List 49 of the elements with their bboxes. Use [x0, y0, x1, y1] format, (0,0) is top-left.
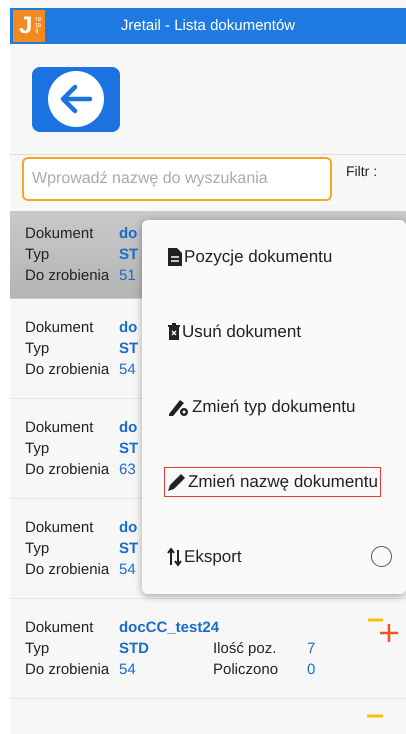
field-label: Typ	[25, 639, 50, 658]
menu-item[interactable]: Zmień typ dokumentu	[164, 392, 358, 422]
field-label: Do zrobienia	[25, 660, 110, 679]
field-label: Typ	[25, 245, 50, 264]
document-name: do	[119, 418, 138, 437]
to-do-count: 51	[119, 266, 136, 285]
menu-item[interactable]: Eksport	[164, 542, 245, 572]
field-label: Typ	[25, 339, 50, 358]
to-do-count: 54	[119, 360, 136, 379]
pencil-icon	[167, 472, 187, 492]
up-down-arrows-icon	[167, 546, 183, 567]
field-label: Do zrobienia	[25, 266, 110, 285]
positions-count: 7	[307, 639, 316, 658]
to-do-count: 63	[119, 460, 136, 479]
menu-item[interactable]: Zmień nazwę dokumentu	[164, 466, 381, 497]
logo-letter: J	[19, 12, 32, 40]
document-type: ST	[119, 439, 138, 458]
document-name: do	[119, 518, 138, 537]
window-title: Jretail - Lista dokumentów	[120, 17, 296, 35]
to-do-count: 54	[119, 660, 136, 679]
field-label: Typ	[25, 539, 50, 558]
field-label: Typ	[25, 439, 50, 458]
document-type: ST	[119, 539, 138, 558]
document-icon	[167, 247, 183, 268]
menu-item[interactable]: Usuń dokument	[164, 317, 304, 348]
field-label: Dokument	[25, 318, 94, 337]
field-label: Dokument	[25, 618, 94, 637]
document-type: STD	[119, 639, 149, 658]
document-type: ST	[119, 245, 138, 264]
field-label: Ilość poz.	[213, 639, 276, 658]
field-label: Dokument	[25, 518, 94, 537]
document-name: docCC_test24	[119, 618, 220, 637]
document-name: do	[119, 224, 138, 243]
field-label: Dokument	[25, 224, 94, 243]
field-label: Do zrobienia	[25, 560, 110, 579]
to-do-count: 54	[119, 560, 136, 579]
field-label: Do zrobienia	[25, 360, 110, 379]
back-button[interactable]	[32, 66, 120, 132]
counted-count: 0	[307, 660, 316, 679]
document-name: do	[119, 318, 138, 337]
filter-label: Filtr :	[346, 163, 378, 179]
trash-icon	[167, 323, 181, 342]
search-field[interactable]: Wprowadź nazwę do wyszukania	[22, 157, 332, 201]
field-label: Do zrobienia	[25, 460, 110, 479]
document-type: ST	[119, 339, 138, 358]
menu-item[interactable]: Pozycje dokumentu	[164, 242, 336, 272]
field-label: Dokument	[25, 418, 94, 437]
radio-button[interactable]	[371, 546, 392, 568]
field-label: Policzono	[213, 660, 278, 679]
